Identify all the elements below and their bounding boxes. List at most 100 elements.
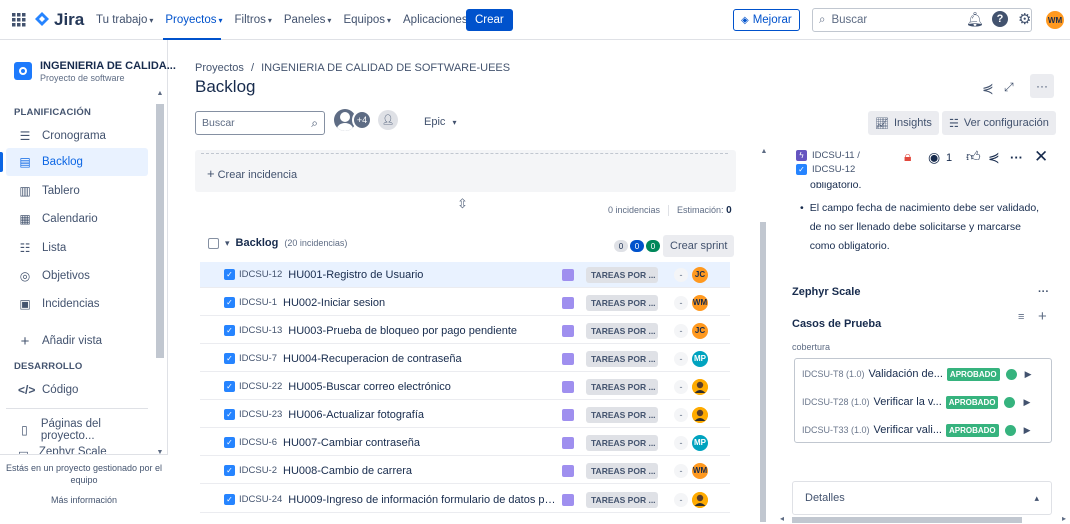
status-dropdown[interactable]: TAREAS POR ... [586, 434, 658, 451]
test-case-name[interactable]: Verificar la v... [874, 396, 942, 408]
issue-summary[interactable]: HU003-Prueba de bloqueo por pago pendien… [288, 325, 556, 337]
estimate-value[interactable]: - [674, 323, 688, 338]
project-name[interactable]: INGENIERIA DE CALIDA... [40, 60, 176, 72]
chevron-down-icon[interactable]: ▾ [225, 238, 230, 249]
nav-projects[interactable]: Proyectos ▾ [165, 14, 222, 26]
story-checkbox-icon[interactable]: ✓ [224, 269, 235, 280]
status-dropdown[interactable]: TAREAS POR ... [586, 350, 658, 367]
test-case-row[interactable]: IDCSU-T33 (1.0) Verificar vali... APROBADO… [802, 416, 1046, 444]
issue-row[interactable]: ✓ IDCSU-2 HU008-Cambio de carrera TAREAS PO… [200, 458, 730, 484]
scroll-up-arrow[interactable]: ▲ [155, 90, 165, 97]
lock-icon[interactable]: 🔒︎ [904, 148, 911, 165]
issue-key[interactable]: IDCSU-2 [239, 465, 277, 476]
estimate-value[interactable]: - [674, 407, 688, 422]
test-case-row[interactable]: IDCSU-T8 (1.0) Validación de... APROBADO ▶ [802, 360, 1046, 388]
estimate-value[interactable]: - [674, 435, 688, 450]
play-icon[interactable]: ▶ [1024, 425, 1031, 436]
play-icon[interactable]: ▶ [1023, 397, 1030, 408]
notifications-icon[interactable]: 🔔︎ [966, 11, 984, 28]
backlog-select-checkbox[interactable] [208, 237, 219, 249]
watch-eye-icon[interactable]: ◉ [928, 149, 940, 166]
scroll-thumb[interactable] [156, 104, 164, 358]
story-checkbox-icon[interactable]: ✓ [224, 297, 235, 308]
test-case-row[interactable]: IDCSU-T28 (1.0) Verificar la v... APROBADO… [802, 388, 1046, 416]
share-icon[interactable]: ⋞ [988, 149, 1000, 166]
story-checkbox-icon[interactable]: ✓ [224, 465, 235, 476]
more-options-icon[interactable]: ··· [1010, 150, 1023, 165]
issue-summary[interactable]: HU005-Buscar correo electrónico [288, 381, 556, 393]
add-people-icon[interactable]: 👤︎ [378, 110, 398, 130]
assignee-avatar[interactable]: JC [692, 266, 708, 283]
scroll-thumb[interactable] [792, 517, 1022, 523]
issue-key[interactable]: IDCSU-1 [239, 297, 277, 308]
user-avatar[interactable]: WM [1046, 11, 1064, 29]
nav-apps[interactable]: Aplicaciones▾ [403, 14, 474, 26]
assignee-filter[interactable]: +4 👤︎ [334, 109, 398, 131]
settings-gear-icon[interactable]: ⚙ [1018, 10, 1031, 28]
test-case-name[interactable]: Verificar vali... [874, 424, 942, 436]
add-view-button[interactable]: + Añadir vista [0, 327, 148, 355]
backlog-search-input[interactable]: Buscar ⌕ [195, 111, 325, 135]
assignee-avatar[interactable] [692, 491, 708, 508]
sidebar-item-backlog[interactable]: ▤ Backlog [6, 148, 148, 176]
insights-button[interactable]: 📈︎ Insights [868, 111, 939, 135]
status-dropdown[interactable]: TAREAS POR ... [586, 294, 658, 311]
test-case-name[interactable]: Validación de... [869, 368, 943, 380]
issue-row[interactable]: ✓ IDCSU-1 HU002-Iniciar sesion TAREAS POR .… [200, 290, 730, 316]
sidebar-item-list[interactable]: ☷ Lista [0, 234, 148, 262]
story-checkbox-icon[interactable]: ✓ [224, 494, 235, 505]
issue-key[interactable]: IDCSU-6 [239, 437, 277, 448]
status-dropdown[interactable]: TAREAS POR ... [586, 378, 658, 395]
issue-row[interactable]: ✓ IDCSU-22 HU005-Buscar correo electrónico… [200, 374, 730, 400]
issue-summary[interactable]: HU007-Cambiar contraseña [283, 437, 551, 449]
issue-row[interactable]: ✓ IDCSU-12 HU001-Registro de Usuario TAREAS… [200, 262, 730, 288]
test-case-key[interactable]: IDCSU-T33 (1.0) [802, 425, 870, 435]
more-assignees-badge[interactable]: +4 [352, 110, 372, 130]
estimate-value[interactable]: - [674, 351, 688, 366]
epic-filter-dropdown[interactable]: Epic ▾ [424, 116, 456, 128]
assignee-avatar[interactable]: WM [692, 462, 708, 479]
issue-row[interactable]: ✓ IDCSU-24 HU009-Ingreso de información fo… [200, 487, 730, 513]
test-case-key[interactable]: IDCSU-T28 (1.0) [802, 397, 870, 407]
sidebar-item-board[interactable]: ▥ Tablero [0, 177, 148, 205]
zephyr-more-icon[interactable]: ··· [1038, 286, 1049, 298]
nav-teams[interactable]: Equipos ▾ [343, 14, 391, 26]
issue-summary[interactable]: HU008-Cambio de carrera [283, 465, 551, 477]
sidebar-item-timeline[interactable]: ☰ Cronograma [0, 122, 148, 150]
learn-more-link[interactable]: Más información [0, 495, 168, 505]
help-icon[interactable]: ? [992, 11, 1008, 27]
create-button[interactable]: Crear [466, 9, 513, 31]
sidebar-item-project-pages[interactable]: ▯ Páginas del proyecto... [0, 416, 148, 444]
story-checkbox-icon[interactable]: ✓ [224, 409, 235, 420]
assignee-avatar[interactable] [692, 406, 708, 423]
issue-key[interactable]: IDCSU-23 [239, 409, 282, 420]
nav-dashboards[interactable]: Paneles ▾ [284, 14, 332, 26]
create-sprint-button[interactable]: Crear sprint [663, 235, 735, 257]
issue-row[interactable]: ✓ IDCSU-6 HU007-Cambiar contraseña TAREAS P… [200, 430, 730, 456]
create-issue-button[interactable]: + Crear incidencia [207, 166, 297, 181]
sidebar-item-calendar[interactable]: ▦ Calendario [0, 205, 148, 233]
breadcrumb-projects[interactable]: Proyectos [195, 62, 244, 74]
issue-summary[interactable]: HU004-Recuperacion de contraseña [283, 353, 551, 365]
story-checkbox-icon[interactable]: ✓ [224, 381, 235, 392]
estimate-value[interactable]: - [674, 379, 688, 394]
issue-row[interactable]: ✓ IDCSU-7 HU004-Recuperacion de contraseña… [200, 346, 730, 372]
issue-summary[interactable]: HU001-Registro de Usuario [288, 269, 556, 281]
estimate-value[interactable]: - [674, 492, 688, 507]
resize-handle-icon[interactable]: ⇳ [457, 196, 468, 212]
issue-key[interactable]: IDCSU-24 [239, 494, 282, 505]
story-checkbox-icon[interactable]: ✓ [224, 353, 235, 364]
backlog-title[interactable]: Backlog [236, 237, 279, 249]
issue-key[interactable]: IDCSU-22 [239, 381, 282, 392]
share-icon[interactable]: ⋞ [982, 80, 994, 97]
issue-key[interactable]: IDCSU-7 [239, 353, 277, 364]
status-dropdown[interactable]: TAREAS POR ... [586, 406, 658, 423]
issue-row[interactable]: ✓ IDCSU-13 HU003-Prueba de bloqueo por pag… [200, 318, 730, 344]
scroll-left-arrow[interactable]: ◂ [780, 514, 784, 523]
sidebar-item-zephyr-clipped[interactable]: ▭ Zephyr Scale [0, 444, 148, 454]
play-icon[interactable]: ▶ [1025, 369, 1032, 380]
expand-icon[interactable]: ⤢ [1004, 80, 1014, 95]
status-dropdown[interactable]: TAREAS POR ... [586, 462, 658, 479]
test-case-key[interactable]: IDCSU-T8 (1.0) [802, 369, 865, 379]
assignee-avatar[interactable] [692, 378, 708, 395]
